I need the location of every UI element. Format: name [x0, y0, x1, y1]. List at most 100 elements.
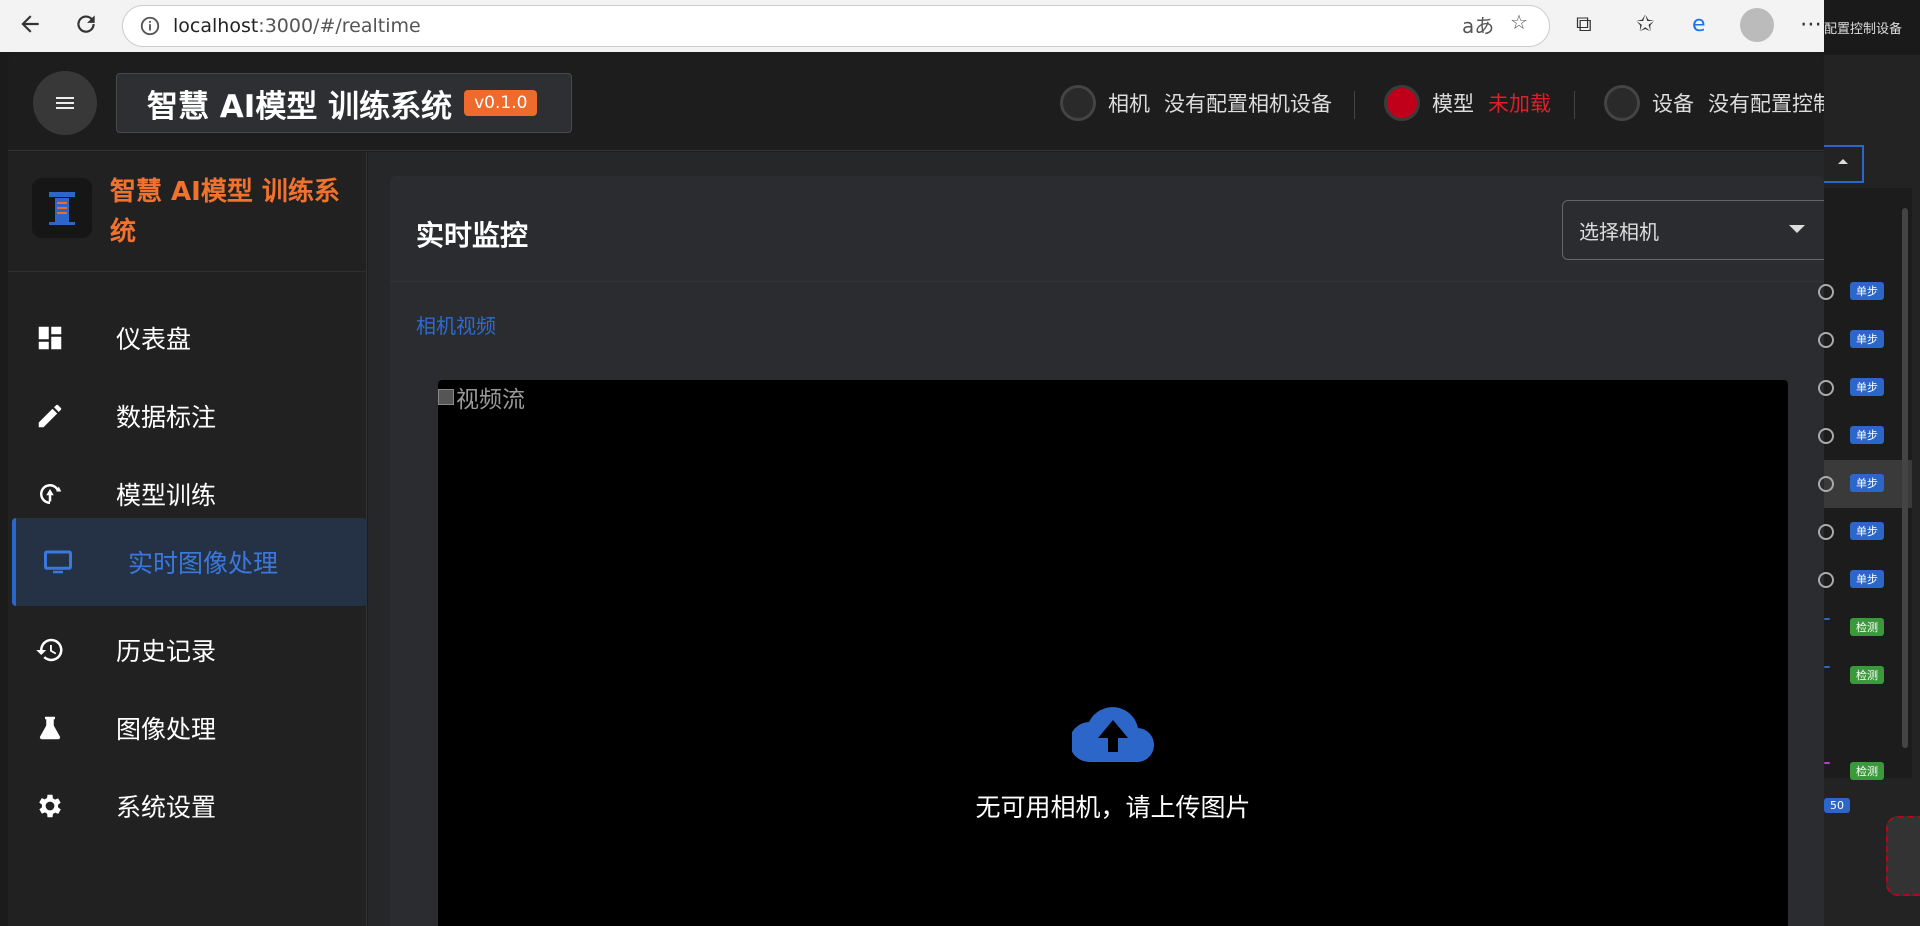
camera-video-tab[interactable]: 相机视频: [416, 310, 496, 339]
floating-action-button[interactable]: [1886, 816, 1920, 896]
mode-badge: 单步: [1850, 282, 1884, 300]
extensions-icon[interactable]: ⧉: [1576, 12, 1592, 37]
list-item[interactable]: 检测: [1824, 748, 1912, 796]
menu-toggle-button[interactable]: [33, 71, 97, 135]
broken-image-icon: [438, 389, 454, 405]
back-button[interactable]: [12, 6, 48, 42]
sidebar-item-label: 实时图像处理: [128, 549, 279, 578]
hamburger-icon: [56, 97, 74, 109]
page-title: 实时监控: [416, 219, 529, 252]
page-size-badge: 50: [1824, 798, 1850, 813]
model-status-value: 未加载: [1488, 92, 1551, 116]
sidebar-item-annotation[interactable]: 数据标注: [8, 372, 367, 460]
mode-badge: 单步: [1850, 570, 1884, 588]
background-top-text: 配置控制设备: [1824, 0, 1920, 55]
list-scrollbar[interactable]: [1902, 208, 1908, 748]
type-badge: [1824, 666, 1830, 668]
reload-button[interactable]: [68, 6, 104, 42]
panel-divider: [390, 281, 1824, 282]
brand-box: 智慧 AI模型 训练系统 v0.1.0: [116, 73, 572, 133]
background-window: 配置控制设备 单步 单步 单步 单步 单步 单步 单步 检测 检测 检测 50: [1818, 0, 1920, 926]
read-aloud-icon[interactable]: aあ: [1462, 10, 1494, 39]
mode-badge: 检测: [1850, 618, 1884, 636]
mode-badge: 单步: [1850, 522, 1884, 540]
mode-badge: 检测: [1850, 762, 1884, 780]
broken-image: 视频流: [438, 380, 525, 414]
url-path: :3000/#/realtime: [258, 15, 421, 37]
history-icon: [32, 632, 68, 668]
video-stream: 视频流 无可用相机，请上传图片: [438, 380, 1788, 926]
back-arrow-icon: [21, 15, 39, 33]
list-item[interactable]: 单步: [1818, 316, 1912, 364]
sidebar-item-image-processing[interactable]: 图像处理: [8, 684, 367, 772]
sidebar-header: 智慧 AI模型 训练系统: [8, 152, 367, 272]
list-item[interactable]: 检测: [1824, 604, 1912, 652]
sidebar-item-label: 图像处理: [116, 715, 217, 744]
list-item[interactable]: 单步: [1818, 460, 1912, 508]
main-content: 实时监控 选择相机 相机视频 视频流 无可用相机，请上传图片: [368, 152, 1824, 926]
no-camera-message: 无可用相机，请上传图片: [975, 793, 1251, 822]
cloud-upload-icon[interactable]: [1072, 706, 1154, 764]
camera-status-indicator: [1060, 85, 1096, 121]
chevron-down-icon: [1789, 225, 1805, 233]
sidebar-item-settings[interactable]: 系统设置: [8, 762, 367, 850]
favorites-icon[interactable]: ✩: [1636, 12, 1654, 37]
mode-badge: 单步: [1850, 426, 1884, 444]
mode-badge: 单步: [1850, 378, 1884, 396]
list-item[interactable]: 检测: [1824, 652, 1912, 700]
realtime-panel: 实时监控 选择相机 相机视频 视频流 无可用相机，请上传图片: [390, 176, 1824, 926]
dashboard-icon: [32, 320, 68, 356]
radio-icon: [1818, 476, 1834, 492]
camera-status: 相机 没有配置相机设备: [1060, 85, 1332, 121]
camera-select-placeholder: 选择相机: [1579, 219, 1659, 244]
favorite-star-icon[interactable]: ☆: [1510, 10, 1528, 34]
list-item[interactable]: 单步: [1818, 508, 1912, 556]
device-status: 设备 没有配置控制: [1604, 85, 1824, 121]
list-item[interactable]: 单步: [1818, 556, 1912, 604]
radio-icon: [1818, 332, 1834, 348]
sidebar-item-realtime[interactable]: 实时图像处理: [12, 518, 367, 606]
radio-icon: [1818, 380, 1834, 396]
radio-icon: [1818, 284, 1834, 300]
radio-icon: [1818, 428, 1834, 444]
sidebar: 智慧 AI模型 训练系统 仪表盘 数据标注 模型训练 实时图像处理 历史记录 图…: [8, 152, 367, 926]
camera-status-value: 没有配置相机设备: [1164, 92, 1332, 116]
sidebar-item-label: 仪表盘: [116, 325, 192, 354]
sidebar-item-label: 历史记录: [116, 637, 217, 666]
radio-icon: [1818, 572, 1834, 588]
reload-icon: [77, 15, 95, 33]
app-logo: [32, 178, 92, 238]
edge-icon[interactable]: e: [1692, 12, 1706, 37]
list-item[interactable]: 单步: [1818, 268, 1912, 316]
model-status-indicator: [1384, 85, 1420, 121]
model-status-label: 模型: [1432, 92, 1474, 116]
chevron-up-icon: [1838, 159, 1848, 164]
version-badge: v0.1.0: [464, 90, 538, 116]
list-item[interactable]: 单步: [1818, 364, 1912, 412]
camera-select[interactable]: 选择相机: [1562, 200, 1824, 260]
mode-badge: 单步: [1850, 330, 1884, 348]
logo-icon: [49, 192, 75, 225]
type-badge: [1824, 618, 1830, 620]
list-item[interactable]: 单步: [1818, 412, 1912, 460]
flask-icon: [32, 710, 68, 746]
mode-badge: 单步: [1850, 474, 1884, 492]
model-status: 模型 未加载: [1384, 85, 1551, 121]
sidebar-item-dashboard[interactable]: 仪表盘: [8, 294, 367, 382]
sidebar-item-label: 系统设置: [116, 793, 217, 822]
brand-title: 智慧 AI模型 训练系统: [147, 88, 453, 125]
status-divider: [1574, 91, 1575, 119]
sidebar-item-history[interactable]: 历史记录: [8, 606, 367, 694]
sidebar-item-label: 数据标注: [116, 403, 217, 432]
url-host: localhost: [173, 15, 259, 37]
video-alt-text: 视频流: [456, 387, 525, 413]
profile-avatar[interactable]: [1740, 8, 1774, 42]
background-dropdown[interactable]: [1824, 145, 1864, 183]
more-menu-icon[interactable]: ⋯: [1800, 12, 1822, 37]
status-divider: [1354, 91, 1355, 119]
device-status-value: 没有配置控制: [1708, 92, 1824, 116]
sidebar-item-label: 模型训练: [116, 481, 217, 510]
gear-icon: [32, 788, 68, 824]
monitor-icon: [40, 544, 76, 580]
address-bar[interactable]: localhost:3000/#/realtime: [122, 5, 1550, 47]
